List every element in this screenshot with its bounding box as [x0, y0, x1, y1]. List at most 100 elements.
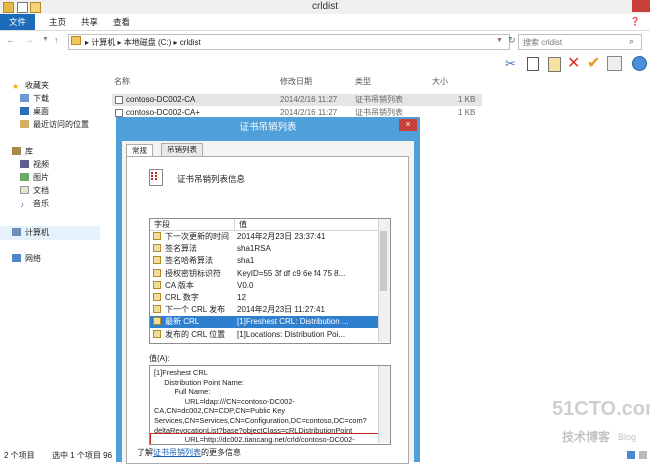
sidebar-item-documents[interactable]: 文档 — [20, 185, 49, 197]
tab-revocation-list[interactable]: 吊销列表 — [161, 143, 203, 156]
view-icon[interactable] — [607, 56, 622, 71]
back-icon[interactable]: ← — [6, 35, 16, 46]
search-placeholder: 搜索 crldist — [523, 37, 562, 48]
library-icon — [12, 147, 21, 155]
sidebar-computer[interactable]: 计算机 — [12, 227, 49, 239]
sidebar-item-recent[interactable]: 最近访问的位置 — [20, 119, 89, 131]
status-item-count: 2 个项目 — [4, 449, 35, 462]
column-date[interactable]: 修改日期 — [280, 76, 312, 88]
grid-field: 发布的 CRL 位置 — [165, 329, 225, 341]
value-line: Distribution Point Name: — [154, 378, 244, 388]
grid-value: [1]Freshest CRL: Distribution ... — [237, 316, 349, 328]
cut-icon[interactable]: ✂ — [505, 56, 516, 72]
tab-share[interactable]: 共享 — [72, 14, 107, 30]
paste-icon[interactable] — [548, 57, 561, 72]
dropdown-icon[interactable]: ▼ — [496, 37, 503, 44]
check-icon[interactable]: ✔ — [587, 53, 600, 73]
recent-chevron-icon[interactable]: ▼ — [42, 36, 49, 43]
file-size: 1 KB — [458, 94, 475, 106]
field-icon — [153, 269, 161, 277]
breadcrumb-disk[interactable]: 本地磁盘 (C:) — [124, 38, 172, 47]
grid-row[interactable]: CRL 数字12 — [150, 292, 378, 304]
grid-row[interactable]: 授权密钥标识符KeyID=55 3f df c9 6e f4 75 8... — [150, 268, 378, 280]
value-line: URL=ldap:///CN=contoso-DC002- — [154, 397, 295, 407]
video-icon — [20, 160, 29, 168]
column-name[interactable]: 名称 — [114, 76, 130, 88]
dialog-title: 证书吊销列表 — [116, 117, 420, 139]
grid-row[interactable]: 最新 CRL [1]Freshest CRL: Distribution ... — [150, 316, 378, 328]
grid-value: 2014年2月23日 11:27:41 — [237, 304, 325, 316]
sidebar-item-music[interactable]: ♪音乐 — [20, 198, 49, 210]
grid-row[interactable]: 发布的 CRL 位置 [1]Locations: Distribution Poi… — [150, 329, 378, 341]
column-type[interactable]: 类型 — [355, 76, 371, 88]
status-bar: 2 个项目 选中 1 个项目 96 — [0, 449, 116, 462]
download-icon — [20, 94, 29, 102]
close-window-button[interactable] — [632, 0, 650, 12]
grid-row[interactable]: CA 版本 V0.0 — [150, 280, 378, 292]
column-size[interactable]: 大小 — [432, 76, 448, 88]
field-grid: 字段 值 下一次更新的时间2014年2月23日 23:37:41签名算法sha1… — [149, 218, 391, 344]
folder-icon — [71, 36, 81, 45]
help-icon[interactable]: ❓ — [630, 17, 640, 26]
forward-icon[interactable]: → — [24, 35, 34, 46]
breadcrumb-crldist[interactable]: crldist — [180, 38, 201, 47]
sidebar-network[interactable]: 网络 — [12, 253, 41, 265]
copy-icon[interactable] — [527, 57, 539, 71]
field-icon — [153, 317, 161, 325]
dialog-close-button[interactable]: × — [399, 119, 417, 131]
network-icon — [12, 254, 21, 262]
dialog-header: 证书吊销列表信息 — [177, 173, 245, 185]
sidebar-favorites[interactable]: ★收藏夹 — [12, 80, 49, 92]
grid-value: 2014年2月23日 23:37:41 — [237, 231, 326, 243]
learn-more: 了解证书吊销列表的更多信息 — [137, 447, 241, 458]
grid-row[interactable]: 签名哈希算法sha1 — [150, 255, 378, 267]
learn-more-prefix: 了解 — [137, 448, 153, 457]
field-icon — [153, 305, 161, 313]
file-name: contoso-DC002-CA — [126, 94, 195, 106]
grid-value: V0.0 — [237, 280, 253, 292]
grid-row[interactable]: 下一个 CRL 发布2014年2月23日 11:27:41 — [150, 304, 378, 316]
refresh-icon[interactable]: ↻ — [508, 35, 516, 46]
up-icon[interactable]: ↑ — [54, 35, 59, 45]
learn-more-suffix: 的更多信息 — [201, 448, 241, 457]
tab-file[interactable]: 文件 — [0, 14, 35, 30]
sidebar-libraries[interactable]: 库 — [12, 146, 33, 158]
sidebar-item-pictures[interactable]: 图片 — [20, 172, 49, 184]
grid-header-field[interactable]: 字段 — [150, 219, 235, 231]
value-scrollbar[interactable] — [378, 366, 390, 443]
grid-value: [1]Locations: Distribution Poi... — [237, 329, 345, 341]
desktop-icon — [20, 107, 29, 115]
grid-field: CA 版本 — [165, 280, 194, 292]
value-line: Services,CN=Services,CN=Configuration,DC… — [154, 416, 367, 426]
tab-view[interactable]: 查看 — [104, 14, 139, 30]
picture-icon — [20, 173, 29, 181]
search-icon[interactable]: ⌕ — [629, 36, 634, 47]
grid-field: 签名算法 — [165, 243, 197, 255]
value-textbox[interactable]: [1]Freshest CRL Distribution Point Name:… — [149, 365, 391, 445]
grid-field: 授权密钥标识符 — [165, 268, 221, 280]
sidebar-item-downloads[interactable]: 下载 — [20, 93, 49, 105]
delete-icon[interactable]: ✕ — [567, 53, 580, 73]
value-line: CA,CN=dc002,CN=CDP,CN=Public Key — [154, 406, 285, 416]
sidebar-item-videos[interactable]: 视频 — [20, 159, 49, 171]
grid-scroll-thumb[interactable] — [380, 231, 387, 291]
breadcrumb-computer[interactable]: 计算机 — [91, 38, 115, 47]
file-date: 2014/2/16 11:27 — [280, 94, 337, 106]
grid-row[interactable]: 下一次更新的时间 2014年2月23日 23:37:41 — [150, 231, 378, 243]
grid-header-value[interactable]: 值 — [235, 219, 380, 231]
field-icon — [153, 293, 161, 301]
grid-value: 12 — [237, 292, 246, 304]
grid-field: 最新 CRL — [165, 316, 199, 328]
watermark: 51CTO.com 技术博客 Blog — [540, 398, 650, 458]
grid-row[interactable]: 签名算法sha1RSA — [150, 243, 378, 255]
tab-home[interactable]: 主页 — [40, 14, 75, 30]
sidebar-item-desktop[interactable]: 桌面 — [20, 106, 49, 118]
grid-field: 下一次更新的时间 — [165, 231, 229, 243]
file-row[interactable]: contoso-DC002-CA 2014/2/16 11:27 证书吊销列表 … — [112, 94, 482, 106]
field-icon — [153, 232, 161, 240]
music-icon: ♪ — [20, 199, 29, 207]
grid-value: sha1 — [237, 255, 254, 267]
watermark-blog: Blog — [618, 432, 636, 442]
learn-more-link[interactable]: 证书吊销列表 — [153, 448, 201, 457]
globe-icon[interactable] — [632, 56, 647, 71]
